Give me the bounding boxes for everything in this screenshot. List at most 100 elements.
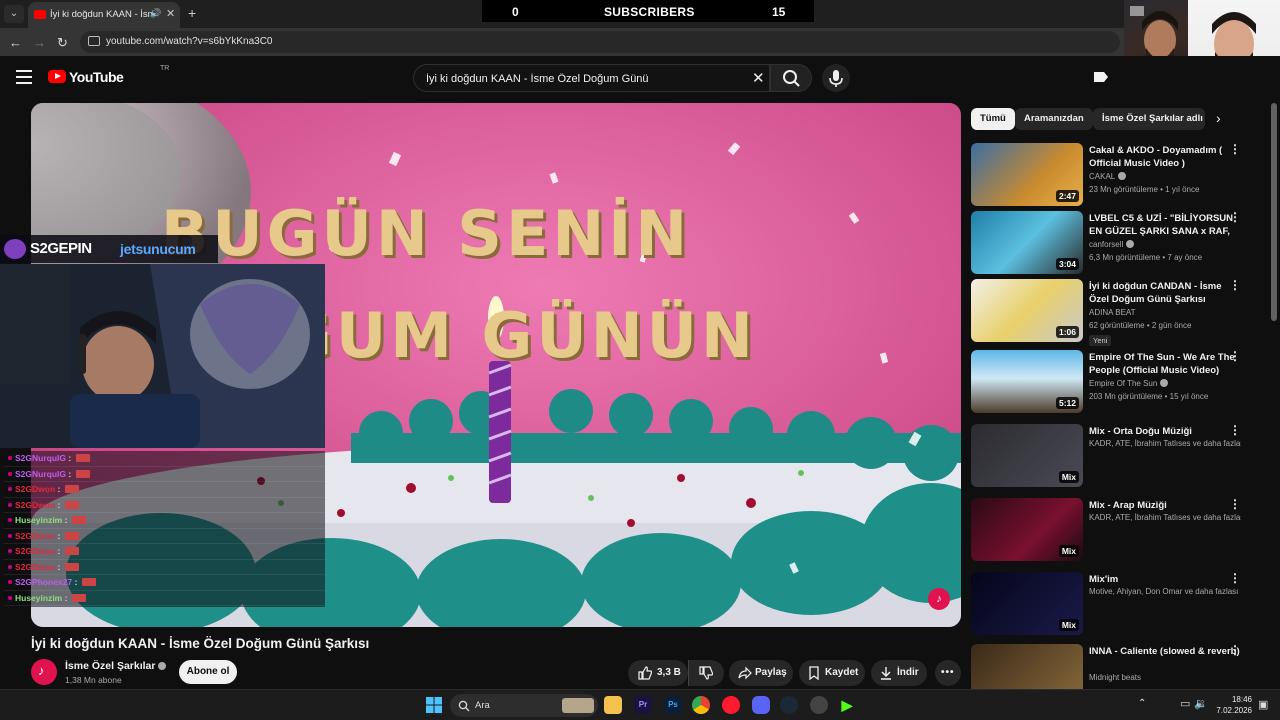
chat-emote-icon (71, 593, 86, 602)
more-vertical-icon[interactable]: ⋮ (1229, 644, 1241, 656)
recommendation-card[interactable]: 3:04 LVBEL C5 & UZİ - "BİLİYORSUN EN GÜZE… (971, 211, 1261, 277)
forward-arrow-icon[interactable]: → (33, 35, 46, 50)
recommendation-title[interactable]: Mix'im (1089, 573, 1241, 586)
chip-all[interactable]: Tümü (971, 108, 1015, 130)
chat-username: S2GDwon (15, 546, 56, 556)
premiere-pro-icon[interactable]: Pr (634, 696, 652, 714)
recommendation-title[interactable]: Cakal & AKDO - Doyamadım ( Official Musi… (1089, 144, 1241, 170)
chat-username: S2GPhonex27 (15, 577, 73, 587)
recommendation-channel[interactable]: Midnight beats (1089, 673, 1241, 682)
url-field[interactable]: youtube.com/watch?v=s6bYkKna3C0 (80, 31, 1120, 53)
chip-related[interactable]: Aramanızdan (1015, 108, 1093, 130)
more-vertical-icon[interactable]: ⋮ (1229, 279, 1241, 291)
download-button[interactable]: İndir (871, 660, 927, 686)
youtube-play-icon (48, 70, 66, 83)
recommendation-channel[interactable]: canforsell (1089, 240, 1241, 249)
chat-username: S2GNurqulG (15, 453, 67, 463)
file-explorer-icon[interactable] (604, 696, 622, 714)
recommendation-title[interactable]: LVBEL C5 & UZİ - "BİLİYORSUN EN GÜZEL ŞA… (1089, 212, 1241, 238)
more-vertical-icon[interactable]: ⋮ (1229, 498, 1241, 510)
video-thumbnail[interactable]: 1:06 (971, 279, 1083, 342)
recommendation-card[interactable]: Mix Mix - Orta Doğu Müziği KADR, ATE, İbra… (971, 424, 1261, 490)
reload-icon[interactable]: ↻ (57, 35, 68, 51)
tab-search-chevron-icon[interactable]: ⌄ (4, 5, 24, 23)
page-scrollbar[interactable] (1271, 103, 1277, 321)
notifications-icon[interactable]: ▣ (1258, 698, 1268, 711)
recommendation-channel[interactable]: ADINA BEAT (1089, 308, 1241, 317)
taskbar-search[interactable]: Ara (450, 694, 598, 717)
video-thumbnail[interactable]: Mix (971, 424, 1083, 487)
channel-name[interactable]: İsme Özel Şarkılar (65, 660, 167, 672)
create-icon[interactable] (1092, 69, 1110, 85)
dislike-button[interactable] (688, 660, 724, 686)
tab-close-icon[interactable]: ✕ (166, 7, 175, 20)
photoshop-icon[interactable]: Ps (664, 696, 682, 714)
save-button[interactable]: Kaydet (799, 660, 865, 686)
more-actions-button[interactable]: ••• (935, 660, 961, 686)
recommendation-title[interactable]: INNA - Caliente (slowed & reverb) (1089, 645, 1241, 658)
share-button[interactable]: Paylaş (729, 660, 793, 686)
chrome-icon[interactable] (692, 696, 710, 714)
subscribe-button[interactable]: Abone ol (179, 660, 237, 684)
app-icon[interactable] (810, 696, 828, 714)
chat-badge-icon (8, 518, 12, 522)
chat-username: S2GDwon (15, 499, 56, 510)
voice-search-button[interactable] (822, 64, 850, 92)
tray-chevron-icon[interactable]: ⌃ (1138, 698, 1146, 709)
channel-name-text: İsme Özel Şarkılar (65, 660, 156, 672)
steam-icon[interactable] (780, 696, 798, 714)
volume-icon[interactable]: 🔉 (1194, 697, 1208, 710)
like-button[interactable]: 3,3 B (628, 660, 688, 686)
more-vertical-icon[interactable]: ⋮ (1229, 350, 1241, 362)
recommendation-title[interactable]: Empire Of The Sun - We Are The People (O… (1089, 351, 1241, 377)
chat-message: Huseyinzim : (4, 591, 325, 606)
clear-search-icon[interactable]: ✕ (752, 69, 765, 87)
video-thumbnail[interactable]: 2:47 (971, 143, 1083, 206)
recommendation-card[interactable]: 1:06 İyi ki doğdun CANDAN - İsme Özel Doğ… (971, 279, 1261, 346)
new-tab-icon[interactable]: + (188, 5, 196, 21)
more-vertical-icon[interactable]: ⋮ (1229, 572, 1241, 584)
chips-next-chevron-icon[interactable]: › (1216, 110, 1221, 126)
menu-icon[interactable] (16, 70, 32, 84)
recommendation-channel[interactable]: KADR, ATE, İbrahim Tatlıses ve daha fazl… (1089, 439, 1241, 448)
more-vertical-icon[interactable]: ⋮ (1229, 143, 1241, 155)
recommendation-card[interactable]: 5:12 Empire Of The Sun - We Are The Peopl… (971, 350, 1261, 416)
chat-username: Huseyinzim (15, 515, 63, 525)
recommendation-channel[interactable]: CAKAL (1089, 172, 1241, 181)
windows-start-icon[interactable] (426, 697, 442, 713)
site-info-icon[interactable] (88, 36, 100, 46)
kick-icon[interactable]: ▶ (838, 696, 856, 714)
more-vertical-icon[interactable]: ⋮ (1229, 424, 1241, 436)
recommendation-channel[interactable]: Motive, Ahiyan, Don Omar ve daha fazlası (1089, 587, 1241, 596)
more-vertical-icon[interactable]: ⋮ (1229, 211, 1241, 223)
video-thumbnail[interactable]: 5:12 (971, 350, 1083, 413)
video-thumbnail[interactable]: Mix (971, 572, 1083, 635)
taskbar-clock[interactable]: 18:46 7.02.2026 (1208, 694, 1252, 716)
recommendation-title[interactable]: İyi ki doğdun CANDAN - İsme Özel Doğum G… (1089, 280, 1241, 306)
recommendation-card[interactable]: Mix Mix'im Motive, Ahiyan, Don Omar ve dah… (971, 572, 1261, 638)
browser-tab[interactable]: İyi ki doğdun KAAN - İsme Ö 🔊 ✕ (28, 2, 180, 28)
video-thumbnail[interactable]: 3:04 (971, 211, 1083, 274)
network-icon[interactable]: ▭ (1180, 697, 1190, 710)
recommendation-title[interactable]: Mix - Arap Müziği (1089, 499, 1241, 512)
search-button[interactable] (770, 64, 812, 92)
recommendation-channel[interactable]: KADR, ATE, İbrahim Tatlıses ve daha fazl… (1089, 513, 1241, 522)
chat-badge-icon (8, 549, 12, 553)
opera-icon[interactable] (722, 696, 740, 714)
speaker-icon[interactable]: 🔊 (150, 8, 161, 19)
chip-channel[interactable]: İsme Özel Şarkılar adlı yük (1093, 108, 1205, 130)
recommendation-card[interactable]: 2:47 Cakal & AKDO - Doyamadım ( Official … (971, 143, 1261, 209)
channel-avatar[interactable]: ♪ (31, 659, 57, 685)
video-thumbnail[interactable]: Mix (971, 498, 1083, 561)
chat-badge-icon (8, 502, 12, 507)
recommendation-channel-text: CAKAL (1089, 172, 1116, 181)
recommendation-card[interactable]: Mix Mix - Arap Müziği KADR, ATE, İbrahim T… (971, 498, 1261, 564)
duration-badge: 2:47 (1055, 190, 1079, 202)
discord-icon[interactable] (752, 696, 770, 714)
recommendation-title[interactable]: Mix - Orta Doğu Müziği (1089, 425, 1241, 438)
search-input[interactable] (426, 70, 726, 87)
clock-date: 7.02.2026 (1216, 706, 1252, 715)
recommendation-channel[interactable]: Empire Of The Sun (1089, 379, 1241, 388)
stream-brand-strip: S2GEPIN jetsunucum (0, 235, 218, 263)
back-arrow-icon[interactable]: ← (9, 35, 22, 50)
